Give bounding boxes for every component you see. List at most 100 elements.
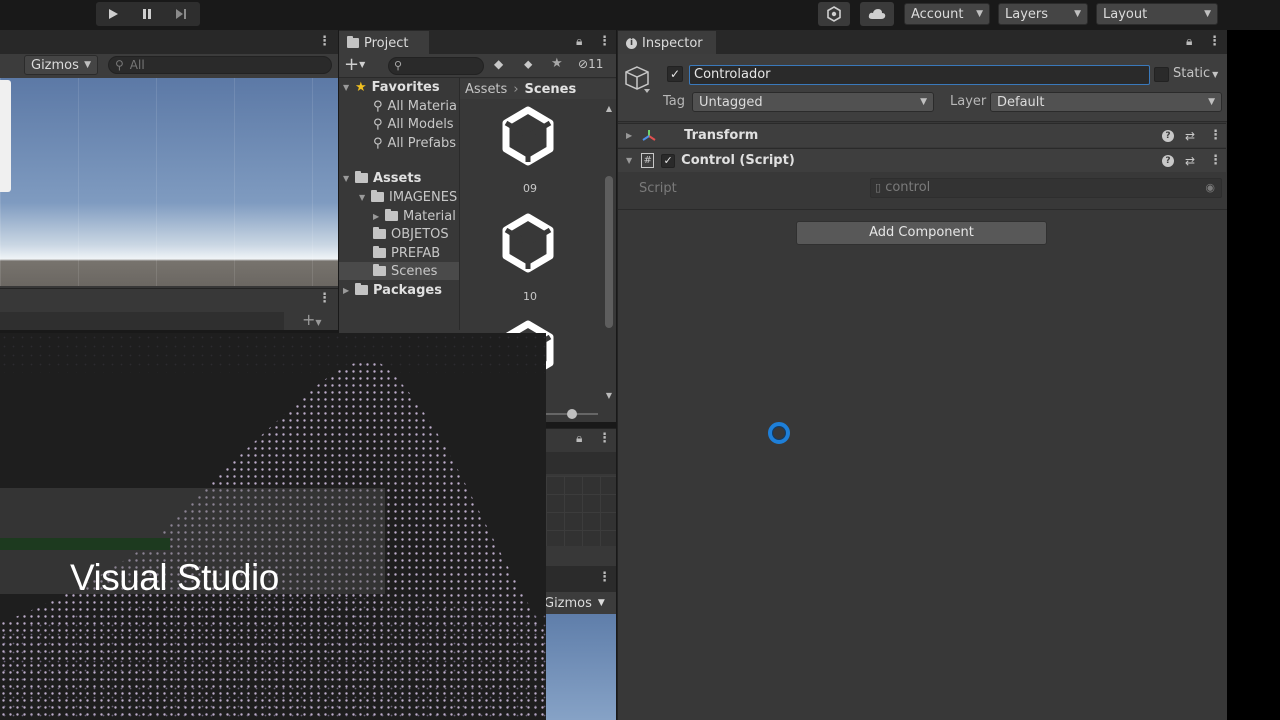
preset-icon[interactable]: ⇄ [1185,154,1195,168]
visual-studio-splash: Visual Studio [0,333,546,720]
add-object-button[interactable]: +▼ [302,312,322,331]
play-button[interactable] [96,2,130,26]
add-component-button[interactable]: Add Component [796,221,1047,245]
panel-strip [546,452,616,474]
icon-size-slider-thumb[interactable] [567,409,577,419]
active-toggle[interactable]: ✓ [667,66,683,82]
foldout-arrow-icon: ▶ [626,131,633,140]
breadcrumb-assets[interactable]: Assets [465,82,507,97]
lock-icon[interactable]: 🔒︎ [576,431,582,446]
object-name-field[interactable]: Controlador [689,65,1150,85]
script-icon: # [641,153,655,168]
panel-grid-area [546,476,616,546]
collab-icon [827,6,841,22]
tree-folder[interactable]: OBJETOS [373,225,449,243]
tree-folder[interactable]: ▶ Material [373,207,456,225]
tree-folder-selected[interactable]: Scenes [339,262,459,280]
breadcrumb-scenes[interactable]: Scenes [525,82,577,97]
create-button[interactable]: +▼ [344,55,365,75]
info-icon: i [626,37,637,49]
kebab-icon[interactable]: ⋮ [1209,128,1222,143]
step-icon [176,9,186,19]
component-enabled-toggle[interactable]: ✓ [661,153,676,168]
kebab-icon[interactable]: ⋮ [318,291,331,306]
gameobject-cube-icon [625,66,650,93]
help-icon[interactable]: ? [1162,154,1174,167]
tree-packages[interactable]: ▶ Packages [343,281,442,299]
search-icon: ⚲ [373,135,383,151]
chevron-down-icon: ▼ [1204,9,1211,19]
kebab-icon[interactable]: ⋮ [318,34,331,49]
scene-search-input[interactable]: ⚲ All [108,56,332,74]
chevron-down-icon: ▼ [1208,97,1215,107]
kebab-icon[interactable]: ⋮ [598,431,611,446]
scene-asset[interactable]: 09 [490,106,570,196]
component-transform[interactable]: ▶ Transform ? ⇄ ⋮ [618,123,1226,147]
help-icon[interactable]: ? [1162,129,1174,142]
folder-icon [371,190,384,202]
layout-label: Layout [1103,6,1148,22]
project-search-input[interactable]: ⚲ [388,57,484,75]
folder-label: PREFAB [391,245,441,261]
busy-cursor-icon [768,422,790,444]
scene-gizmos-dropdown[interactable]: Gizmos ▼ [24,55,98,75]
favorite-item-label: All Materia [387,98,457,114]
inspector-tab-label: Inspector [642,35,703,51]
static-dropdown[interactable]: Static ▼ [1173,66,1218,81]
folder-label: Material [403,208,456,224]
layer-dropdown[interactable]: Default ▼ [990,92,1222,112]
account-dropdown[interactable]: Account ▼ [904,3,990,25]
search-icon: ⚲ [115,58,124,72]
folder-icon [347,36,359,48]
pause-button[interactable] [130,2,164,26]
folder-icon [373,246,386,258]
scroll-down-arrow-icon[interactable]: ▼ [604,391,614,400]
favorite-item[interactable]: ⚲ All Prefabs [373,134,456,152]
layers-dropdown[interactable]: Layers ▼ [998,3,1088,25]
foldout-arrow-icon: ▼ [626,156,633,165]
search-by-type-icon[interactable]: ◆ [494,57,503,71]
cloud-icon [868,9,886,19]
tree-favorites[interactable]: ▼ ★ Favorites [343,78,440,96]
component-title: Control (Script) [681,153,795,168]
folder-icon [355,283,368,295]
asset-breadcrumb: Assets › Scenes [460,79,616,99]
game-gizmos-dropdown[interactable]: Gizmos ▼ [544,593,614,613]
tree-folder[interactable]: ▼ IMAGENES [359,188,457,206]
step-button[interactable] [164,2,198,26]
lock-icon[interactable]: 🔒︎ [1186,34,1192,49]
tree-folder[interactable]: PREFAB [373,244,440,262]
static-toggle[interactable] [1154,67,1169,82]
favorite-item[interactable]: ⚲ All Models [373,115,454,133]
favorite-item[interactable]: ⚲ All Materia [373,97,457,115]
kebab-icon[interactable]: ⋮ [1209,153,1222,168]
asset-scrollbar[interactable]: ▲ ▼ [604,104,614,400]
tag-dropdown[interactable]: Untagged ▼ [692,92,934,112]
kebab-icon[interactable]: ⋮ [598,570,611,585]
object-name-value: Controlador [694,67,771,82]
tab-project[interactable]: Project [339,31,429,55]
kebab-icon[interactable]: ⋮ [1208,34,1221,49]
search-by-label-icon[interactable]: ⬥ [524,57,532,72]
game-viewport[interactable] [546,614,616,720]
tree-assets[interactable]: ▼ Assets [343,169,421,187]
tag-value: Untagged [699,94,763,110]
star-icon[interactable]: ★ [551,56,563,71]
cloud-button[interactable] [860,2,894,26]
preset-icon[interactable]: ⇄ [1185,129,1195,143]
script-object-field[interactable]: ▯ control ◉ [870,178,1222,198]
lock-icon[interactable]: 🔒︎ [576,34,582,49]
scroll-up-arrow-icon[interactable]: ▲ [604,104,614,113]
kebab-icon[interactable]: ⋮ [598,34,611,49]
collab-button[interactable] [818,2,850,26]
object-picker-icon[interactable]: ◉ [1205,179,1215,197]
component-control-script[interactable]: ▼ # ✓ Control (Script) ? ⇄ ⋮ [618,148,1226,172]
tab-inspector[interactable]: i Inspector [618,31,716,55]
layout-dropdown[interactable]: Layout ▼ [1096,3,1218,25]
hidden-packages-toggle[interactable]: ⊘11 [578,57,603,71]
chevron-down-icon: ▼ [976,9,983,19]
chevron-down-icon: ▼ [1074,9,1081,19]
scene-asset[interactable]: 10 [490,213,570,303]
assets-label: Assets [373,170,422,186]
scroll-thumb[interactable] [605,176,613,328]
